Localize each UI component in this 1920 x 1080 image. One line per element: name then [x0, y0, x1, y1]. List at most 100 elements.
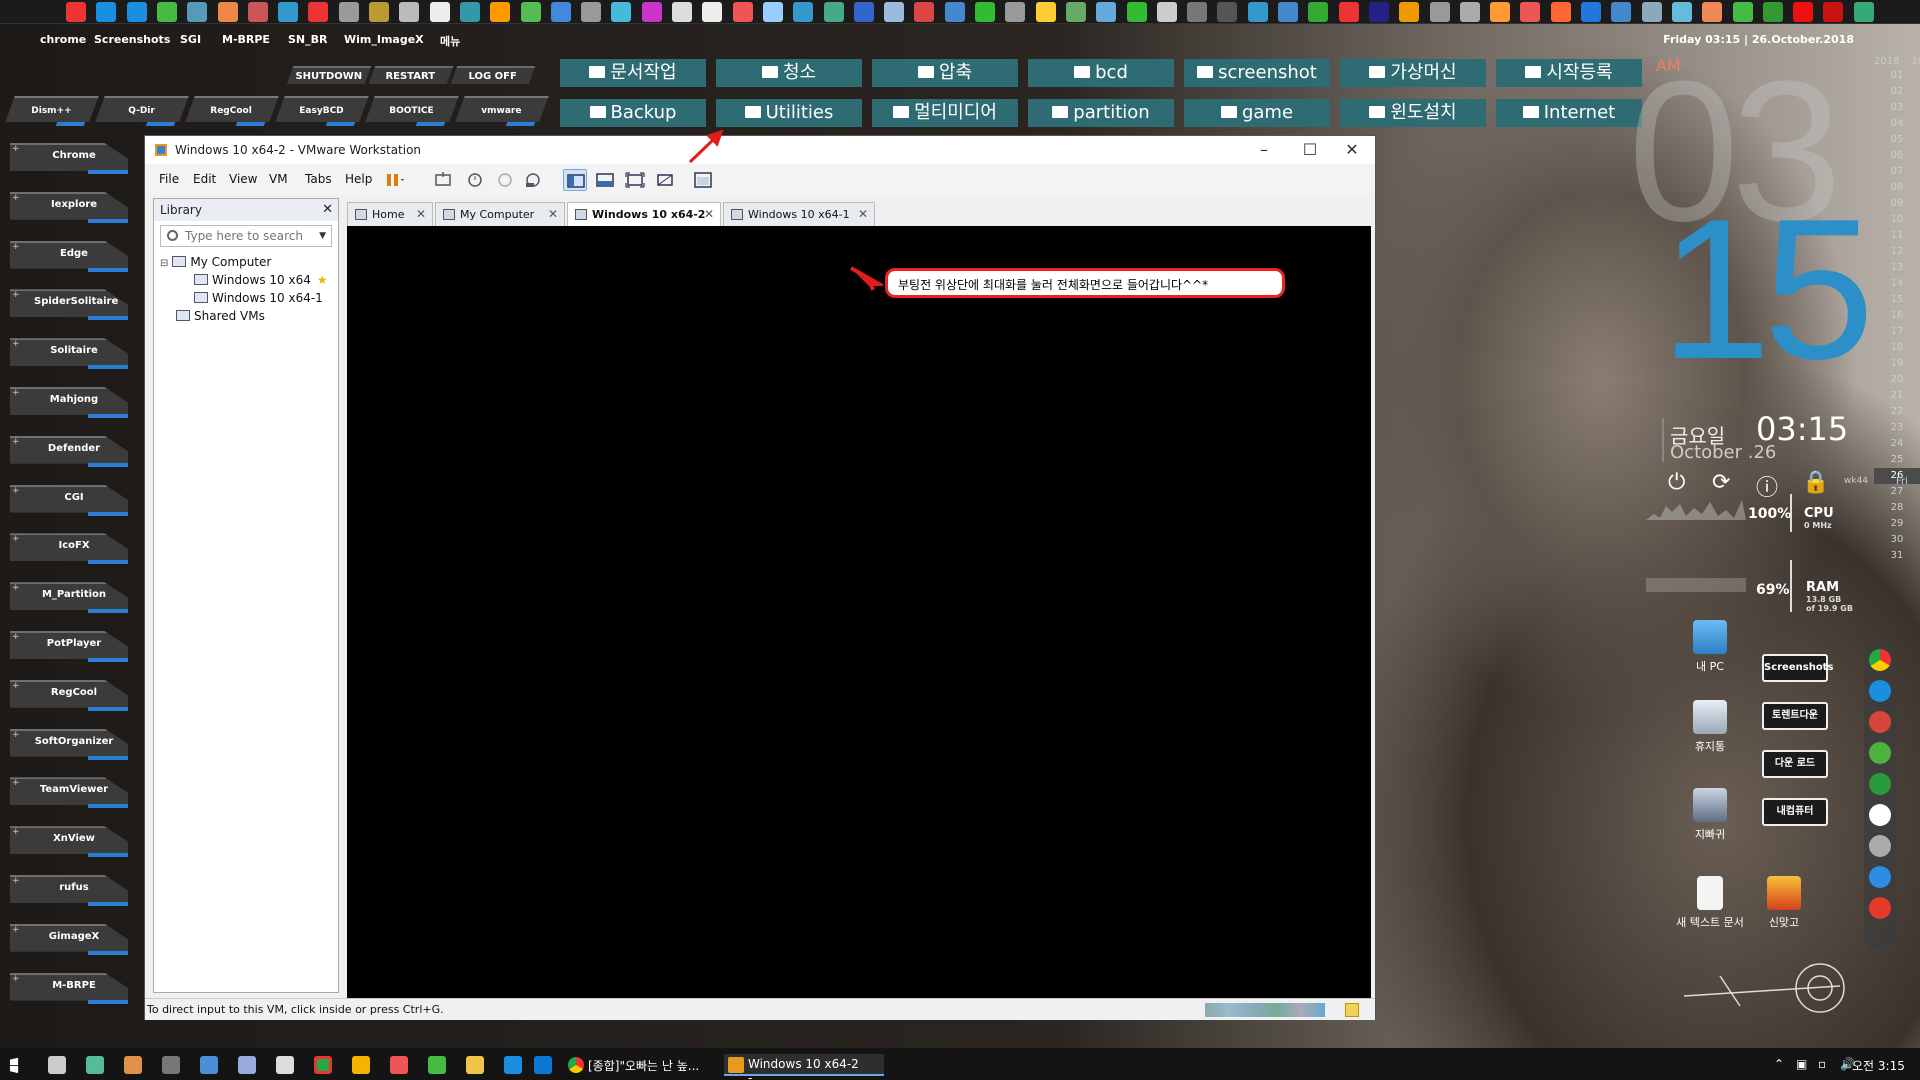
quick-launch-app-icon[interactable]	[672, 2, 692, 22]
quick-launch-app-icon[interactable]	[338, 2, 359, 22]
quick-launch-app-icon[interactable]	[1459, 2, 1480, 22]
quick-launch-app-icon[interactable]	[126, 2, 147, 22]
device-status-icons[interactable]	[1205, 1003, 1325, 1017]
folder-button[interactable]: 압축	[872, 59, 1018, 87]
launcher-item[interactable]: + PotPlayer	[4, 628, 132, 664]
launcher-item[interactable]: + Defender	[4, 433, 132, 469]
quick-launch-app-icon[interactable]	[1126, 2, 1147, 22]
shutdown-icon[interactable]: ⓘ	[1756, 470, 1778, 502]
quick-launch-app-icon[interactable]	[853, 2, 874, 22]
window-titlebar[interactable]: Windows 10 x64-2 - VMware Workstation – …	[145, 136, 1375, 164]
quick-launch-app-icon[interactable]	[459, 2, 480, 22]
blue-app-icon[interactable]	[1869, 866, 1891, 888]
tool-tab-bootice[interactable]: BOOTICE	[365, 96, 459, 126]
quick-launch-app-icon[interactable]	[1399, 2, 1420, 22]
desktop-icon-jibbagwi[interactable]: 지빠귀	[1674, 788, 1746, 842]
logoff-button[interactable]: LOG OFF	[450, 66, 536, 84]
quick-launch-app-icon[interactable]	[1005, 2, 1026, 22]
launcher-item[interactable]: + GimageX	[4, 921, 132, 957]
launcher-item[interactable]: + IcoFX	[4, 530, 132, 566]
quick-launch-app-icon[interactable]	[581, 2, 602, 22]
tab-my-computer[interactable]: My Computer ✕	[435, 202, 565, 226]
snapshot-manager-icon[interactable]	[521, 169, 545, 191]
launcher-item[interactable]: + Solitaire	[4, 335, 132, 371]
desktop-icon-my-pc[interactable]: 내 PC	[1674, 620, 1746, 674]
launcher-item[interactable]: + M_Partition	[4, 579, 132, 615]
minimize-button[interactable]: –	[1249, 140, 1279, 160]
menu-file[interactable]: File	[159, 172, 179, 186]
quick-launch-app-icon[interactable]	[490, 2, 511, 22]
quick-launch-app-icon[interactable]	[520, 2, 541, 22]
launcher-item[interactable]: + RegCool	[4, 677, 132, 713]
folder-button[interactable]: 청소	[716, 59, 862, 87]
quick-launch-app-icon[interactable]	[1611, 2, 1632, 22]
tool-tab-vmware[interactable]: vmware	[455, 96, 549, 126]
taskbar-app-icon-1[interactable]	[86, 1056, 104, 1074]
vm-console[interactable]: 부팅전 위상단에 최대화를 눌러 전체화면으로 들어갑니다^^*	[347, 226, 1371, 998]
tree-my-computer[interactable]: ⊟ My Computer	[160, 255, 271, 269]
library-search-input[interactable]	[185, 229, 305, 243]
gear-icon[interactable]	[276, 1056, 294, 1074]
quick-launch-app-icon[interactable]	[1096, 2, 1117, 22]
folder-button[interactable]: 멀티미디어	[872, 99, 1018, 127]
quick-launch-app-icon[interactable]	[1762, 2, 1783, 22]
taskbar-window-vmware[interactable]: Windows 10 x64-2 -...	[724, 1054, 884, 1080]
tool-tab-qdir[interactable]: Q-Dir	[95, 96, 189, 126]
folder-button[interactable]: 가상머신	[1340, 59, 1486, 87]
quick-launch-app-icon[interactable]	[369, 2, 389, 22]
console-view-icon[interactable]	[691, 169, 715, 191]
menu-item-chrome[interactable]: chrome	[40, 33, 86, 46]
quick-launch-app-icon[interactable]	[1671, 2, 1692, 22]
lock-icon[interactable]: 🔒	[1802, 470, 1829, 495]
quick-launch-app-icon[interactable]	[944, 2, 965, 22]
close-library-icon[interactable]: ✕	[322, 202, 333, 217]
quick-launch-app-icon[interactable]	[611, 2, 632, 22]
close-button[interactable]: ✕	[1337, 140, 1367, 160]
launcher-item[interactable]: + Chrome	[4, 140, 132, 176]
tray-clock[interactable]: 오전 3:15	[1852, 1057, 1905, 1074]
tray-message-icon[interactable]: ▫	[1818, 1057, 1826, 1071]
launcher-item[interactable]: + SoftOrganizer	[4, 726, 132, 762]
quick-launch-app-icon[interactable]	[66, 2, 86, 22]
search-dropdown-icon[interactable]: ▼	[319, 231, 326, 241]
tree-shared-vms[interactable]: Shared VMs	[176, 309, 265, 323]
launcher-item[interactable]: + TeamViewer	[4, 774, 132, 810]
quick-launch-app-icon[interactable]	[308, 2, 329, 22]
folder-button[interactable]: Internet	[1496, 99, 1642, 127]
tool-tab-easybcd[interactable]: EasyBCD	[275, 96, 369, 126]
maximize-button[interactable]: ☐	[1295, 140, 1325, 160]
quick-launch-app-icon[interactable]	[1641, 2, 1662, 22]
launcher-item[interactable]: + rufus	[4, 872, 132, 908]
quick-launch-app-icon[interactable]	[823, 2, 844, 22]
snapshot-icon[interactable]	[463, 169, 487, 191]
launcher-item[interactable]: + XnView	[4, 823, 132, 859]
menu-tabs[interactable]: Tabs	[305, 172, 332, 186]
menu-item-sn-br[interactable]: SN_BR	[288, 33, 327, 46]
launcher-item[interactable]: + Mahjong	[4, 384, 132, 420]
tree-vm-windows10-x64[interactable]: Windows 10 x64 ★	[194, 273, 328, 287]
desktop-icon-new-text-doc[interactable]: 새 텍스트 문서	[1674, 876, 1746, 930]
quick-launch-app-icon[interactable]	[641, 2, 662, 22]
tab-windows10-x64-1[interactable]: Windows 10 x64-1 ✕	[723, 202, 875, 226]
quick-launch-app-icon[interactable]	[247, 2, 268, 22]
chrome-icon[interactable]	[1869, 649, 1891, 671]
tab-windows10-x64-2[interactable]: Windows 10 x64-2 ✕	[567, 202, 721, 226]
taskbar-app-icon-6[interactable]	[314, 1056, 332, 1074]
quick-launch-app-icon[interactable]	[278, 2, 299, 22]
taskbar-window-chrome[interactable]: [종합]"오빠는 난 높...	[564, 1054, 714, 1076]
task-view-icon[interactable]	[48, 1056, 66, 1074]
folder-button[interactable]: bcd	[1028, 59, 1174, 87]
quick-launch-app-icon[interactable]	[1247, 2, 1268, 22]
tool-tab-regcool[interactable]: RegCool	[185, 96, 279, 126]
quick-launch-app-icon[interactable]	[732, 2, 753, 22]
folder-icon[interactable]	[466, 1056, 484, 1074]
quick-launch-app-icon[interactable]	[1035, 2, 1056, 22]
menu-vm[interactable]: VM	[269, 172, 288, 186]
shutdown-button[interactable]: SHUTDOWN	[286, 66, 372, 84]
taskbar-app-icon-5[interactable]	[238, 1056, 256, 1074]
menu-item-sgi[interactable]: SGI	[180, 33, 201, 46]
quick-launch-app-icon[interactable]	[793, 2, 814, 22]
quick-launch-app-icon[interactable]	[762, 2, 783, 22]
quick-launch-app-icon[interactable]	[1368, 2, 1389, 22]
taskbar-app-icon-2[interactable]	[124, 1056, 142, 1074]
